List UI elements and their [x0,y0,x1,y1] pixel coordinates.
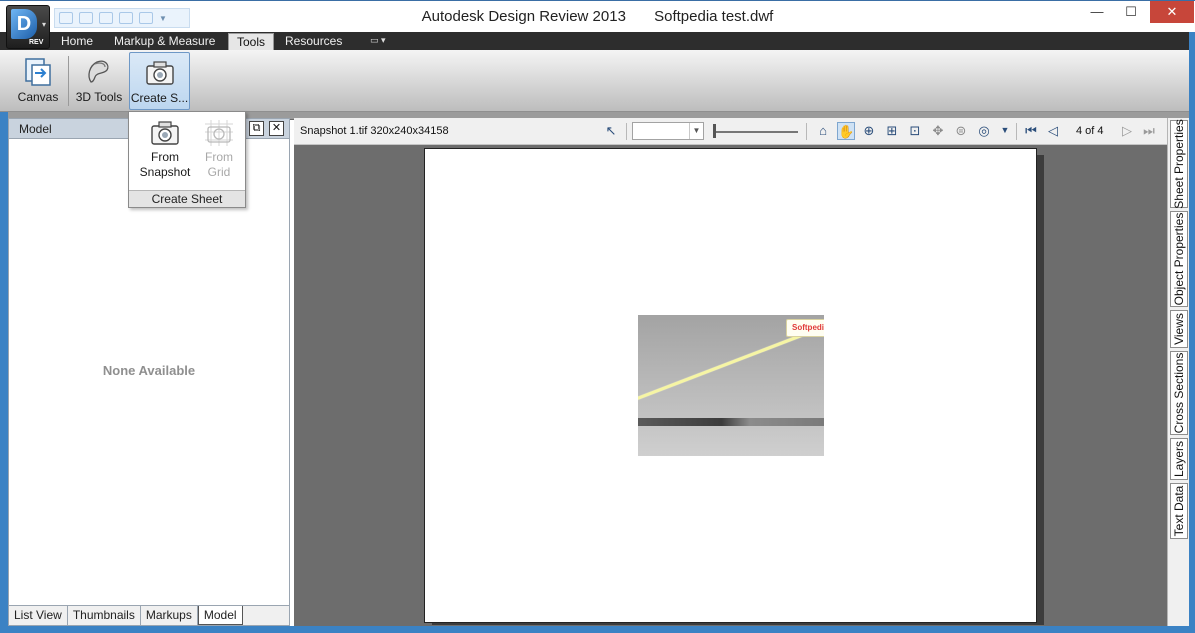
tab-views-label: Views [1172,313,1186,345]
window-frame-bottom [0,626,1195,633]
chevron-down-icon: ▼ [689,123,703,139]
tab-layers-label: Layers [1172,440,1186,478]
canvas-area[interactable]: Snapshot 1.tif 320x240x34158 ↖ ▼ ⌂ ✋ ⊕ ⊞… [294,118,1167,626]
toolbar-separator [626,123,627,140]
create-sheet-label: Create S... [130,91,189,105]
3d-tools-icon [88,60,109,83]
tab-markup-measure[interactable]: Markup & Measure [114,33,215,50]
minimize-button[interactable]: — [1079,1,1115,23]
zoom-combo[interactable]: ▼ [632,122,704,140]
document-title: Softpedia test.dwf [654,8,774,25]
window-frame-right [1189,32,1195,633]
panel-float-icon[interactable]: ⧉ [249,121,264,136]
from-snapshot-button[interactable]: From Snapshot [137,116,193,180]
3d-tools-label: 3D Tools [75,90,123,104]
app-title: Autodesk Design Review 2013 [421,8,626,25]
app-logo-icon: D [11,9,37,39]
tab-sheet-properties-label: Sheet Properties [1172,119,1186,209]
slider-thumb[interactable] [713,124,716,138]
snapshot-tag: Softpedia [786,319,824,337]
last-page-icon: ⏭ [1143,123,1155,138]
page-indicator: 4 of 4 [1076,125,1104,137]
snapshot-image[interactable]: Softpedia [638,315,824,456]
fit-window-icon[interactable]: ⊡ [906,122,924,140]
zoom-slider[interactable] [713,124,798,138]
tab-list-view[interactable]: List View [9,606,68,625]
tab-thumbnails[interactable]: Thumbnails [68,606,141,625]
window-title: Autodesk Design Review 2013 Softpedia te… [0,8,1195,25]
select-arrow-icon[interactable]: ↖ [602,122,620,140]
tab-text-data-label: Text Data [1172,485,1186,537]
tab-resources[interactable]: Resources [285,33,342,50]
right-tab-strip: Sheet Properties Object Properties Views… [1167,118,1189,626]
create-sheet-dropdown: From Snapshot From Grid Create Sheet [128,111,246,208]
camera-icon [151,121,179,145]
panel-close-icon[interactable]: ✕ [269,121,284,136]
from-snapshot-label-2: Snapshot [139,165,191,179]
next-page-icon: ▷ [1122,123,1132,138]
window-frame-left [0,112,8,626]
from-snapshot-label-1: From [151,150,179,164]
tab-cross-sections[interactable]: Cross Sections [1170,351,1188,435]
from-grid-button: From Grid [191,116,247,180]
canvas-label: Canvas [17,90,59,104]
tab-object-properties[interactable]: Object Properties [1170,211,1188,307]
ribbon-panel: Canvas 3D Tools Create S... [0,50,1195,112]
from-grid-label-2: Grid [207,165,231,179]
file-info: Snapshot 1.tif 320x240x34158 [300,125,449,137]
zoom-icon[interactable]: ⊕ [860,122,878,140]
snapshot-band [638,418,824,426]
canvas-icon [25,58,51,86]
snapshot-leader-line [638,327,820,402]
3d-tools-button[interactable]: 3D Tools [72,52,126,110]
title-bar: ▼ Autodesk Design Review 2013 Softpedia … [0,0,1195,32]
tab-layers[interactable]: Layers [1170,438,1188,480]
toolbar-separator [806,123,807,140]
home-icon[interactable]: ⌂ [814,122,832,140]
left-panel-tabs: List View Thumbnails Markups Model [9,605,289,625]
ribbon-minimize-icon[interactable]: ▭ ▾ [370,35,386,46]
tab-home[interactable]: Home [61,33,93,50]
tab-object-properties-label: Object Properties [1172,212,1186,306]
maximize-button[interactable]: ☐ [1113,1,1149,23]
tab-views[interactable]: Views [1170,310,1188,348]
first-page-icon[interactable]: ⏮ [1022,122,1040,140]
pan-hand-icon[interactable]: ✋ [837,122,855,140]
tab-model[interactable]: Model [197,606,243,625]
toolbar-separator [1016,123,1017,140]
orbit-icon: ✥ [932,123,944,138]
canvas-button[interactable]: Canvas [10,52,66,110]
ribbon-separator [68,56,69,106]
view-toolbar: Snapshot 1.tif 320x240x34158 ↖ ▼ ⌂ ✋ ⊕ ⊞… [294,118,1167,145]
turntable-icon: ⊜ [955,123,967,138]
tab-tools[interactable]: Tools [228,33,275,50]
empty-state-text: None Available [102,363,196,378]
model-panel-title: Model [19,122,52,136]
ribbon-tab-bar: Home Markup & Measure Tools Resources ▭ … [0,32,1195,50]
zoom-rectangle-icon[interactable]: ⊞ [883,122,901,140]
tab-text-data[interactable]: Text Data [1170,483,1188,539]
previous-page-icon[interactable]: ◁ [1044,122,1062,140]
camera-icon [145,61,174,85]
tab-sheet-properties[interactable]: Sheet Properties [1170,119,1188,209]
tab-cross-sections-label: Cross Sections [1172,352,1186,434]
from-grid-label-1: From [205,150,233,164]
chevron-down-icon[interactable]: ▼ [996,122,1014,140]
close-button[interactable]: ✕ [1150,1,1194,23]
tab-markups[interactable]: Markups [141,606,198,625]
dropdown-footer: Create Sheet [129,190,245,207]
application-menu-button[interactable]: D REV ▾ [6,5,50,49]
app-badge: REV [29,39,44,46]
app-menu-dropdown-icon: ▾ [41,20,46,29]
create-sheet-button[interactable]: Create S... [129,52,190,110]
steering-wheel-icon[interactable]: ◎ [975,122,993,140]
grid-camera-icon [205,120,233,146]
sheet-page[interactable]: Softpedia [424,148,1037,623]
